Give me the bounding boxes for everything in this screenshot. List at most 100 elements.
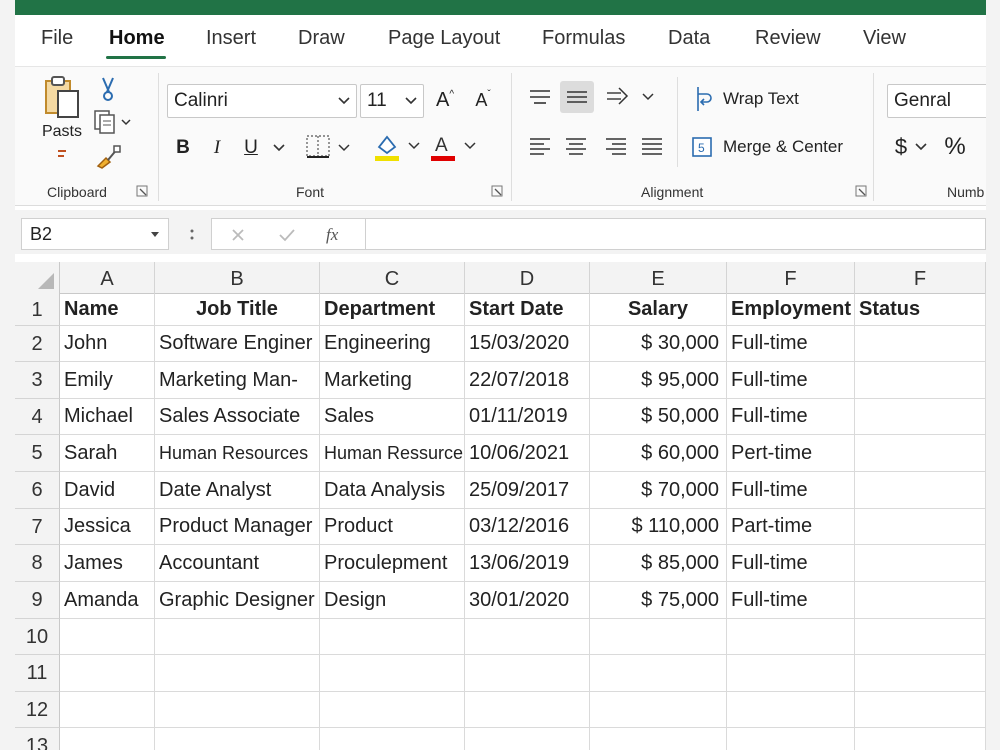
cell-employment[interactable]: Pert-time — [727, 435, 855, 472]
tab-review[interactable]: Review — [755, 27, 821, 50]
select-all-corner[interactable] — [15, 262, 60, 294]
empty-cell[interactable] — [590, 692, 727, 728]
cell-employment[interactable]: Full-time — [727, 582, 855, 619]
empty-cell[interactable] — [590, 655, 727, 692]
insert-function-button[interactable]: fx — [326, 225, 338, 245]
font-name-select[interactable]: Calinri — [167, 84, 357, 118]
cell-status[interactable] — [855, 326, 986, 362]
cell-salary[interactable]: $ 30,000 — [590, 326, 727, 362]
align-center-button[interactable] — [561, 131, 591, 163]
wrap-text-button[interactable]: Wrap Text — [689, 81, 839, 117]
splitter-handle[interactable] — [189, 228, 195, 242]
empty-cell[interactable] — [155, 728, 320, 750]
row-header-12[interactable]: 12 — [15, 692, 60, 728]
tab-page-layout[interactable]: Page Layout — [388, 27, 500, 50]
cell-job-title[interactable]: Accountant — [155, 545, 320, 582]
cell-department[interactable]: Sales — [320, 399, 465, 435]
tab-formulas[interactable]: Formulas — [542, 27, 625, 50]
cell-job-title[interactable]: Software Enginer — [155, 326, 320, 362]
font-color-button[interactable]: A — [427, 129, 477, 163]
empty-cell[interactable] — [590, 619, 727, 655]
row-header-8[interactable]: 8 — [15, 545, 60, 582]
tab-view[interactable]: View — [863, 27, 906, 50]
empty-cell[interactable] — [590, 728, 727, 750]
empty-cell[interactable] — [855, 619, 986, 655]
cell-employment[interactable]: Part-time — [727, 509, 855, 545]
check-icon[interactable] — [278, 227, 296, 243]
formula-input[interactable] — [366, 218, 986, 250]
bold-button[interactable]: B — [171, 133, 195, 163]
empty-cell[interactable] — [155, 619, 320, 655]
empty-cell[interactable] — [60, 692, 155, 728]
tab-insert[interactable]: Insert — [206, 27, 256, 50]
fill-color-button[interactable] — [371, 129, 421, 163]
decrease-font-size-button[interactable]: Aˇ — [469, 85, 497, 115]
column-header-f[interactable]: F — [727, 262, 855, 294]
cell-salary[interactable]: $ 110,000 — [590, 509, 727, 545]
percent-button[interactable]: % — [941, 131, 969, 163]
cell-status[interactable] — [855, 435, 986, 472]
empty-cell[interactable] — [855, 728, 986, 750]
empty-cell[interactable] — [727, 619, 855, 655]
header-cell-status[interactable]: Status — [855, 294, 986, 326]
paste-dropdown-icon[interactable] — [55, 149, 69, 159]
font-launcher-icon[interactable] — [491, 185, 503, 197]
cell-job-title[interactable]: Human Resources — [155, 435, 320, 472]
row-header-2[interactable]: 2 — [15, 326, 60, 362]
cell-employment[interactable]: Full-time — [727, 472, 855, 509]
cell-job-title[interactable]: Graphic Designer — [155, 582, 320, 619]
empty-cell[interactable] — [855, 692, 986, 728]
cell-status[interactable] — [855, 472, 986, 509]
header-cell-employment[interactable]: Employment — [727, 294, 855, 326]
cell-department[interactable]: Marketing — [320, 362, 465, 399]
cell-salary[interactable]: $ 95,000 — [590, 362, 727, 399]
paste-button[interactable]: Pasts — [37, 75, 87, 157]
cell-status[interactable] — [855, 362, 986, 399]
column-header-f[interactable]: F — [855, 262, 986, 294]
cancel-icon[interactable] — [230, 227, 246, 243]
increase-font-size-button[interactable]: A ^ — [431, 85, 459, 115]
italic-button[interactable]: I — [205, 133, 229, 163]
cell-status[interactable] — [855, 509, 986, 545]
empty-cell[interactable] — [60, 655, 155, 692]
empty-cell[interactable] — [60, 728, 155, 750]
justify-button[interactable] — [637, 131, 667, 163]
cell-salary[interactable]: $ 85,000 — [590, 545, 727, 582]
cell-start-date[interactable]: 01/11/2019 — [465, 399, 590, 435]
cell-employment[interactable]: Full-time — [727, 545, 855, 582]
empty-cell[interactable] — [465, 692, 590, 728]
row-header-7[interactable]: 7 — [15, 509, 60, 545]
cell-name[interactable]: James — [60, 545, 155, 582]
empty-cell[interactable] — [155, 692, 320, 728]
cell-salary[interactable]: $ 50,000 — [590, 399, 727, 435]
empty-cell[interactable] — [727, 728, 855, 750]
row-header-6[interactable]: 6 — [15, 472, 60, 509]
cell-name[interactable]: Sarah — [60, 435, 155, 472]
cell-job-title[interactable]: Sales Associate — [155, 399, 320, 435]
underline-dropdown-icon[interactable] — [273, 143, 285, 153]
cell-employment[interactable]: Full-time — [727, 362, 855, 399]
row-header-9[interactable]: 9 — [15, 582, 60, 619]
cell-name[interactable]: Jessica — [60, 509, 155, 545]
cell-department[interactable]: Human Ressurce — [320, 435, 465, 472]
header-cell-start-date[interactable]: Start Date — [465, 294, 590, 326]
cell-job-title[interactable]: Date Analyst — [155, 472, 320, 509]
header-cell-job-title[interactable]: Job Title — [155, 294, 320, 326]
clipboard-launcher-icon[interactable] — [136, 185, 148, 197]
cell-start-date[interactable]: 03/12/2016 — [465, 509, 590, 545]
cut-button[interactable] — [97, 75, 119, 103]
top-align-button[interactable] — [525, 83, 555, 113]
empty-cell[interactable] — [320, 692, 465, 728]
row-header-4[interactable]: 4 — [15, 399, 60, 435]
empty-cell[interactable] — [320, 619, 465, 655]
empty-cell[interactable] — [465, 728, 590, 750]
empty-cell[interactable] — [727, 655, 855, 692]
format-painter-button[interactable] — [93, 143, 123, 171]
column-header-a[interactable]: A — [60, 262, 155, 294]
row-header-13[interactable]: 13 — [15, 728, 60, 750]
cell-start-date[interactable]: 15/03/2020 — [465, 326, 590, 362]
column-header-c[interactable]: C — [320, 262, 465, 294]
underline-button[interactable]: U — [239, 133, 263, 163]
font-size-select[interactable]: 11 — [360, 84, 424, 118]
orientation-button[interactable] — [603, 81, 655, 113]
